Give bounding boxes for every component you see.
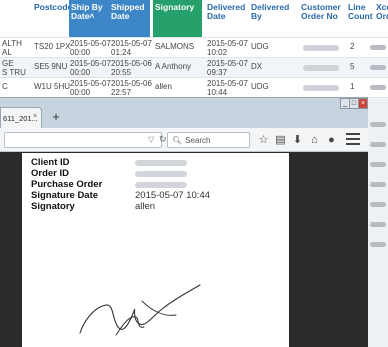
field-label-order-id: Order ID (31, 168, 70, 179)
maximize-button[interactable]: □ (350, 99, 359, 108)
row-pill (370, 142, 386, 147)
cell-ship-by-date: 2015-05-07 00:00 (70, 59, 111, 77)
cell-delivered-date: 2015-05-07 10:44 (207, 79, 248, 97)
field-label-signatory: Signatory (31, 201, 75, 212)
field-value-signature-date: 2015-05-07 10:44 (135, 190, 211, 201)
cell-delivered-date: 2015-05-07 09:37 (207, 59, 248, 77)
cell-delivered-by: UDG (251, 82, 269, 91)
cell-delivered-date: 2015-05-07 10:02 (207, 39, 248, 57)
table-row[interactable]: GE S TRU SE5 9NU 2015-05-07 00:00 2015-0… (0, 57, 388, 77)
field-value-order-id-redacted (135, 171, 187, 177)
cell-signatory: allen (155, 82, 172, 91)
field-label-purchase-order: Purchase Order (31, 179, 103, 190)
close-window-button[interactable]: × (359, 99, 367, 108)
row-pill (370, 85, 386, 90)
field-value-client-id-redacted (135, 160, 187, 166)
column-header-signatory[interactable]: Signatory (153, 0, 202, 37)
cell-shipped-date: 2015-05-07 01:24 (111, 39, 152, 57)
row-pill (370, 45, 386, 50)
browser-window: 611_201... × + _ □ × ▽ ↻ 🔍︎ Search ☆ ▤ ⬇ … (0, 97, 368, 347)
cell-delivered-by: DX (251, 62, 263, 71)
cell-ship-by-date: 2015-05-07 00:00 (70, 39, 111, 57)
column-header-line-count[interactable]: Line Count (346, 0, 373, 37)
cell-name: ALTH AL (2, 39, 22, 57)
table-row[interactable]: C W1U 5HU 2015-05-07 00:00 2015-05-06 22… (0, 77, 388, 97)
cell-delivered-by: UDG (251, 42, 269, 51)
tab-close-icon[interactable]: × (33, 113, 37, 120)
row-pill (370, 162, 386, 167)
cell-name: C (2, 82, 8, 91)
search-input[interactable]: 🔍︎ Search (167, 132, 250, 148)
row-pill (370, 202, 386, 207)
star-icon[interactable]: ☆ (255, 132, 272, 148)
cell-shipped-date: 2015-05-06 20:55 (111, 59, 152, 77)
reload-icon[interactable]: ↻ (159, 134, 167, 145)
search-placeholder: Search (185, 136, 211, 145)
document-page: Client ID Order ID Purchase Order Signat… (22, 153, 289, 347)
cell-customer-order-redacted (303, 85, 339, 91)
cell-customer-order-redacted (303, 65, 339, 71)
spreadsheet-right-column (368, 100, 388, 347)
field-label-client-id: Client ID (31, 157, 70, 168)
row-pill (370, 122, 386, 127)
table-header: Postcode Ship By Date˄ Shipped Date Sign… (0, 0, 388, 37)
field-value-purchase-order-redacted (135, 182, 187, 188)
cell-line-count: 2 (350, 42, 355, 51)
pdf-viewer: Client ID Order ID Purchase Order Signat… (0, 153, 368, 347)
cell-postcode: TS20 1PX (34, 42, 71, 51)
browser-tab[interactable]: 611_201... × (0, 107, 42, 128)
bookmarks-icon[interactable]: ▤ (272, 132, 289, 148)
cell-name: GE S TRU (2, 59, 26, 77)
cell-line-count: 1 (350, 82, 355, 91)
window-controls: _ □ × (340, 98, 368, 109)
toolbar-icons: ☆ ▤ ⬇ ⌂ ● (255, 132, 340, 148)
cell-postcode: SE5 9NU (34, 62, 68, 71)
column-header-ship-by-date[interactable]: Ship By Date˄ (69, 0, 109, 37)
chat-icon[interactable]: ● (323, 132, 340, 148)
column-header-shipped-date[interactable]: Shipped Date (109, 0, 150, 37)
menu-icon[interactable] (346, 133, 360, 146)
cell-shipped-date: 2015-05-06 22:57 (111, 79, 152, 97)
row-pill (370, 65, 386, 70)
cell-line-count: 5 (350, 62, 355, 71)
row-pill (370, 182, 386, 187)
row-pill (370, 222, 386, 227)
cell-postcode: W1U 5HU (34, 82, 71, 91)
row-pill (370, 242, 386, 247)
search-icon: 🔍︎ (172, 136, 183, 145)
new-tab-button[interactable]: + (49, 110, 63, 124)
url-dropdown-icon[interactable]: ▽ (148, 135, 154, 144)
field-label-signature-date: Signature Date (31, 190, 99, 201)
home-icon[interactable]: ⌂ (306, 132, 323, 148)
browser-toolbar: ▽ ↻ 🔍︎ Search ☆ ▤ ⬇ ⌂ ● (0, 128, 368, 152)
cell-ship-by-date: 2015-05-07 00:00 (70, 79, 111, 97)
download-icon[interactable]: ⬇ (289, 132, 306, 148)
column-header-customer-order-no[interactable]: Customer Order No (299, 0, 343, 37)
browser-titlebar: 611_201... × + _ □ × (0, 98, 368, 128)
column-header-delivered-by[interactable]: Delivered By (249, 0, 297, 37)
url-bar[interactable]: ▽ ↻ (4, 132, 167, 148)
cell-signatory: SALMONS (155, 42, 195, 51)
column-header-delivered-date[interactable]: Delivered Date (205, 0, 247, 37)
handwritten-signature (79, 284, 201, 336)
column-header-xce-ord[interactable]: Xce Ord (374, 0, 388, 37)
field-value-signatory: allen (135, 201, 156, 212)
column-header-postcode[interactable]: Postcode (32, 0, 72, 37)
minimize-button[interactable]: _ (341, 99, 350, 108)
table-row[interactable]: ALTH AL TS20 1PX 2015-05-07 00:00 2015-0… (0, 37, 388, 57)
cell-signatory: A Anthony (155, 62, 192, 71)
cell-customer-order-redacted (303, 45, 339, 51)
